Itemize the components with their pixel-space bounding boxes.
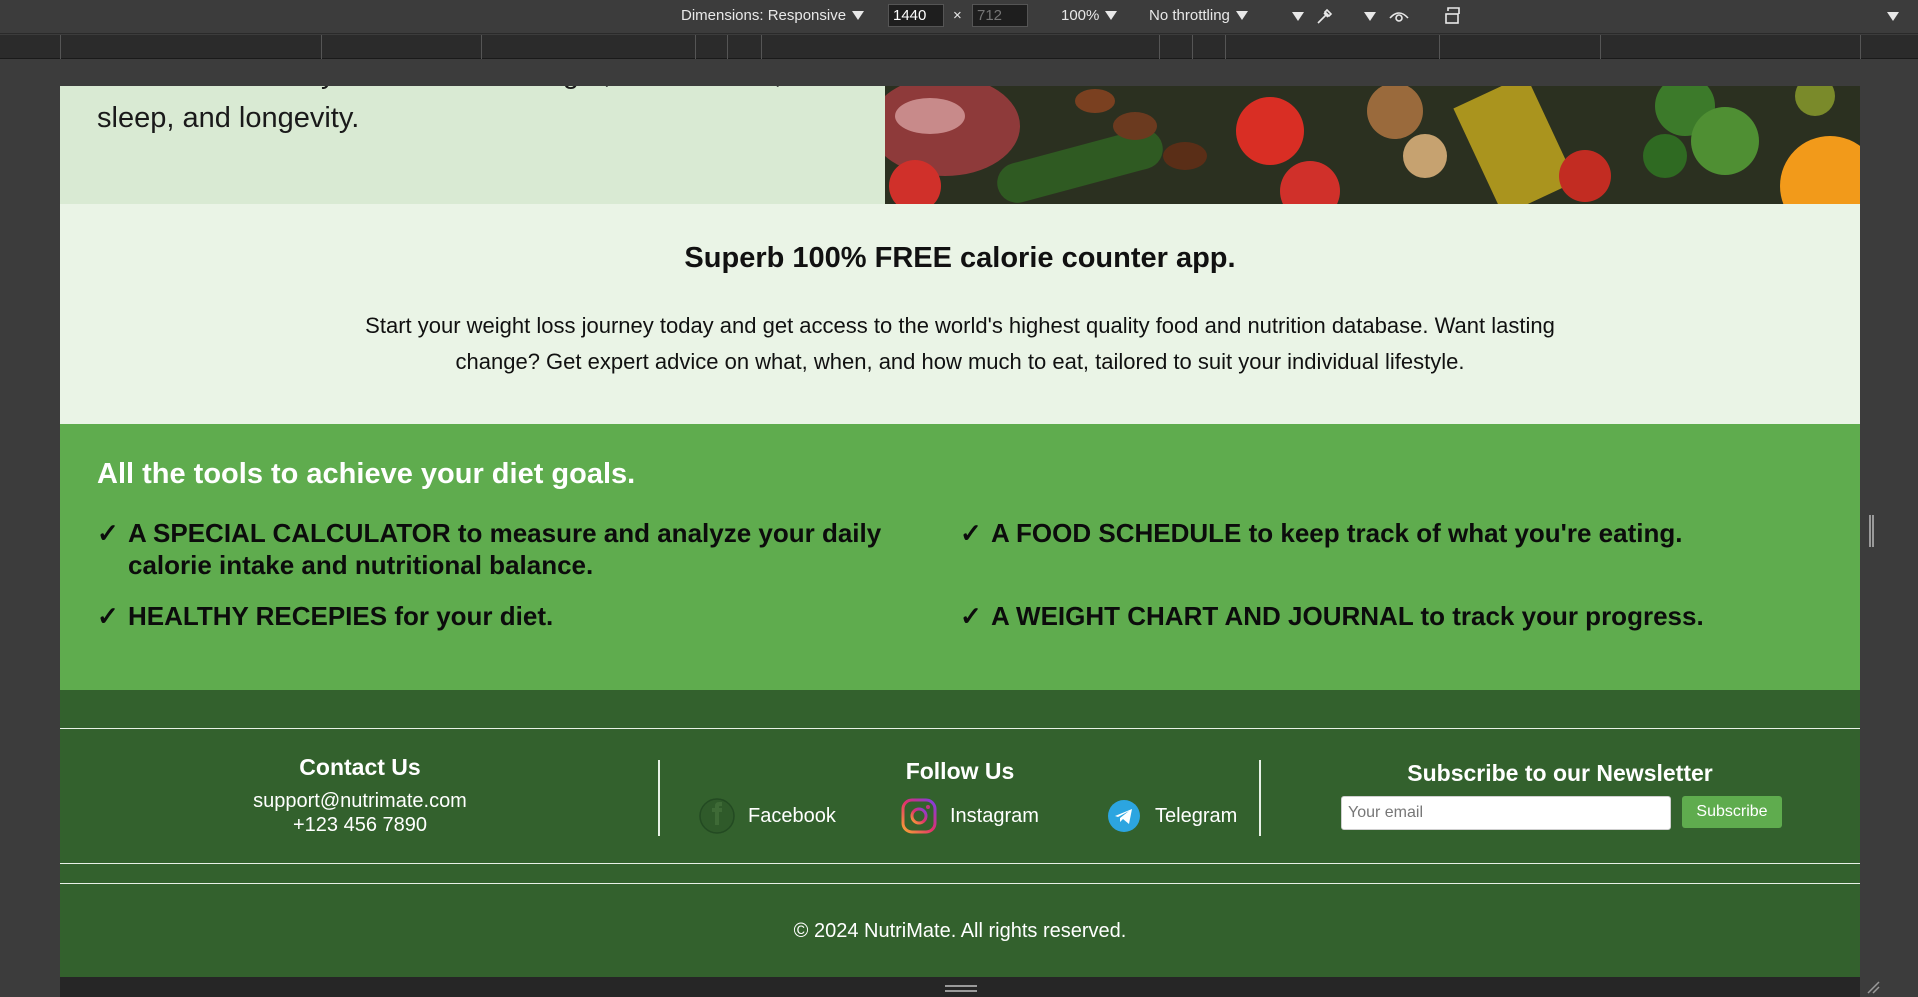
rotate-icon[interactable] xyxy=(1443,6,1465,26)
feature-item: ✓ A SPECIAL CALCULATOR to measure and an… xyxy=(97,517,937,581)
feature-text: to keep track of what you're eating. xyxy=(1241,518,1683,548)
feature-text: to track your progress. xyxy=(1413,601,1704,631)
instagram-icon xyxy=(901,798,937,834)
intro-section: Superb 100% FREE calorie counter app. St… xyxy=(60,204,1860,424)
footer-divider xyxy=(60,728,1860,729)
chevron-down-icon xyxy=(1105,11,1118,20)
telegram-label: Telegram xyxy=(1155,804,1238,827)
throttling-label: No throttling xyxy=(1149,7,1230,24)
times-symbol: × xyxy=(953,7,962,24)
more-options-icon[interactable] xyxy=(1887,12,1899,21)
newsletter-email-input[interactable] xyxy=(1341,796,1671,830)
footer-divider xyxy=(60,863,1860,864)
zoom-label: 100% xyxy=(1061,7,1100,24)
chevron-down-icon[interactable] xyxy=(1364,12,1376,21)
check-icon: ✓ xyxy=(960,601,982,631)
corner-resize-handle[interactable] xyxy=(1866,980,1880,994)
newsletter-title: Subscribe to our Newsletter xyxy=(1407,760,1713,786)
footer-divider xyxy=(60,883,1860,884)
hero-text: Nutrition is the key to a healthier weig… xyxy=(97,86,869,134)
newsletter-column: Subscribe to our Newsletter xyxy=(1260,760,1860,795)
feature-item: ✓ A WEIGHT CHART AND JOURNAL to track yo… xyxy=(960,600,1840,632)
intro-description: Start your weight loss journey today and… xyxy=(365,313,1555,374)
facebook-label: Facebook xyxy=(748,804,836,827)
hero-section: Nutrition is the key to a healthier weig… xyxy=(60,86,1860,204)
eyedropper-icon[interactable] xyxy=(1315,6,1335,26)
feature-item: ✓ HEALTHY RECEPIES for your diet. xyxy=(97,600,937,632)
contact-column: Contact Us support@nutrimate.com +123 45… xyxy=(60,754,660,837)
throttling-dropdown[interactable]: No throttling xyxy=(1149,7,1248,24)
feature-item: ✓ A FOOD SCHEDULE to keep track of what … xyxy=(960,517,1840,549)
dimensions-label: Dimensions: Responsive xyxy=(681,7,847,24)
tools-section: All the tools to achieve your diet goals… xyxy=(60,424,1860,690)
facebook-link[interactable]: Facebook xyxy=(698,797,836,835)
subscribe-button[interactable]: Subscribe xyxy=(1682,796,1782,828)
telegram-icon xyxy=(1108,800,1140,832)
page-viewport: Nutrition is the key to a healthier weig… xyxy=(60,86,1860,977)
footer: Contact Us support@nutrimate.com +123 45… xyxy=(60,690,1860,977)
check-icon: ✓ xyxy=(97,601,119,631)
contact-email[interactable]: support@nutrimate.com xyxy=(60,789,660,813)
intro-title: Superb 100% FREE calorie counter app. xyxy=(684,242,1236,274)
chevron-down-icon xyxy=(1235,11,1248,20)
media-query-ruler xyxy=(0,35,1918,59)
contact-title: Contact Us xyxy=(299,754,421,780)
check-icon: ✓ xyxy=(97,518,119,548)
vision-deficiency-icon[interactable] xyxy=(1388,6,1410,26)
width-input[interactable] xyxy=(888,4,944,27)
dimensions-dropdown[interactable]: Dimensions: Responsive xyxy=(681,7,865,24)
horizontal-resize-handle[interactable] xyxy=(1869,515,1874,547)
feature-text: for your diet. xyxy=(387,601,554,631)
follow-column: Follow Us xyxy=(660,758,1260,793)
feature-highlight: A SPECIAL CALCULATOR xyxy=(128,518,451,548)
instagram-link[interactable]: Instagram xyxy=(900,797,1039,835)
chevron-down-icon xyxy=(852,11,865,20)
check-icon: ✓ xyxy=(960,518,982,548)
feature-highlight: HEALTHY RECEPIES xyxy=(128,601,388,631)
viewport-bottom-bar xyxy=(60,977,1860,997)
vertical-resize-handle[interactable] xyxy=(945,985,977,987)
devtools-toolbar: Dimensions: Responsive × 100% No throttl… xyxy=(0,0,1918,34)
feature-highlight: A WEIGHT CHART AND JOURNAL xyxy=(991,601,1414,631)
contact-phone[interactable]: +123 456 7890 xyxy=(60,813,660,837)
chevron-down-icon[interactable] xyxy=(1292,12,1304,21)
food-image xyxy=(885,86,1860,204)
instagram-label: Instagram xyxy=(950,804,1039,827)
telegram-link[interactable]: Telegram xyxy=(1105,797,1237,835)
tools-title: All the tools to achieve your diet goals… xyxy=(97,458,636,490)
feature-highlight: A FOOD SCHEDULE xyxy=(991,518,1242,548)
facebook-icon xyxy=(699,798,735,834)
follow-title: Follow Us xyxy=(905,758,1015,784)
height-input[interactable] xyxy=(972,4,1028,27)
zoom-dropdown[interactable]: 100% xyxy=(1061,7,1118,24)
copyright-text: © 2024 NutriMate. All rights reserved. xyxy=(793,920,1127,942)
